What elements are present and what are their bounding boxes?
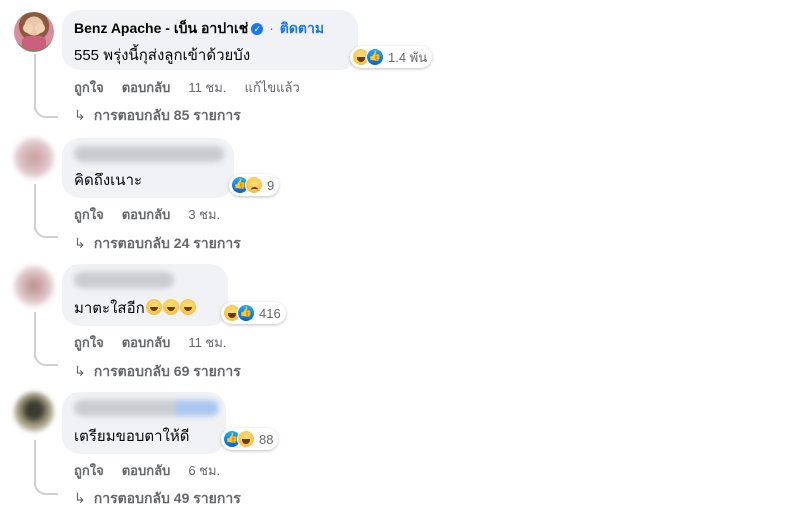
author-name-blurred[interactable]: [74, 146, 224, 162]
view-replies-button[interactable]: ↳ การตอบกลับ 69 รายการ: [74, 361, 241, 383]
reply-button[interactable]: ตอบกลับ: [122, 460, 171, 481]
reply-button[interactable]: ตอบกลับ: [122, 204, 171, 225]
comment-actions: ถูกใจ ตอบกลับ 6 ชม.: [74, 460, 238, 481]
comment-thread: มาตะใสอีก 👍 416 ถูกใจ ตอบกลับ 11 ชม. ↳ กา…: [0, 256, 800, 384]
view-replies-label[interactable]: การตอบกลับ 49 รายการ: [94, 490, 241, 506]
comment-actions: ถูกใจ ตอบกลับ 3 ชม.: [74, 204, 238, 225]
avatar[interactable]: [14, 138, 54, 178]
verified-badge-icon: ✓: [251, 23, 264, 35]
avatar-photo: [22, 23, 46, 50]
view-replies-button[interactable]: ↳ การตอบกลับ 49 รายการ: [74, 488, 241, 510]
reply-connector: [34, 102, 58, 118]
comment-bubble: คิดถึงเนาะ: [62, 138, 234, 198]
comment-timestamp[interactable]: 11 ชม.: [188, 332, 226, 353]
haha-icon: [237, 430, 255, 448]
comment-actions: ถูกใจ ตอบกลับ 11 ชม. แก้ไขแล้ว: [74, 77, 318, 98]
avatar[interactable]: [14, 266, 54, 306]
reaction-summary[interactable]: 👍 1.4 พัน: [350, 46, 433, 68]
author-name-blurred[interactable]: [74, 400, 219, 416]
comment-thread: Benz Apache - เบ็น อาปาเช่ ✓ · ติดตาม 555…: [0, 0, 800, 128]
view-replies-label[interactable]: การตอบกลับ 85 รายการ: [94, 107, 241, 123]
view-replies-button[interactable]: ↳ การตอบกลับ 24 รายการ: [74, 233, 241, 255]
avatar[interactable]: [14, 392, 54, 432]
like-button[interactable]: ถูกใจ: [74, 77, 104, 98]
comment-thread: คิดถึงเนาะ 👍 9 ถูกใจ ตอบกลับ 3 ชม. ↳ การต…: [0, 128, 800, 256]
reaction-summary[interactable]: 👍 9: [229, 174, 280, 196]
reply-arrow-icon: ↳: [74, 107, 86, 123]
comment-text-body: มาตะใสอีก: [74, 300, 145, 317]
view-replies-label[interactable]: การตอบกลับ 69 รายการ: [94, 363, 241, 379]
like-button[interactable]: ถูกใจ: [74, 332, 104, 353]
sad-icon: [245, 176, 263, 194]
follow-button[interactable]: ติดตาม: [280, 20, 324, 36]
reply-arrow-icon: ↳: [74, 490, 86, 506]
like-icon: 👍: [366, 48, 384, 66]
comment-timestamp[interactable]: 3 ชม.: [188, 204, 220, 225]
comment-text: 555 พรุ่งนี้กุส่งลูกเข้าด้วยบัง: [74, 47, 251, 64]
like-icon: 👍: [237, 304, 255, 322]
reply-button[interactable]: ตอบกลับ: [122, 332, 171, 353]
grin-emoji-icon: [162, 299, 179, 315]
comment-text: คิดถึงเนาะ: [74, 172, 143, 189]
reply-connector: [34, 222, 58, 238]
comment-bubble: มาตะใสอีก: [62, 264, 228, 326]
reaction-summary[interactable]: 👍 88: [221, 428, 279, 450]
author-name-blurred[interactable]: [74, 272, 174, 288]
reaction-count: 9: [267, 177, 275, 193]
like-button[interactable]: ถูกใจ: [74, 204, 104, 225]
comment-author[interactable]: Benz Apache - เบ็น อาปาเช่ ✓ · ติดตาม: [74, 18, 346, 40]
avatar[interactable]: [14, 12, 54, 52]
reply-connector: [34, 350, 58, 366]
reaction-count: 1.4 พัน: [388, 49, 428, 65]
comment-actions: ถูกใจ ตอบกลับ 11 ชม.: [74, 332, 244, 353]
view-replies-button[interactable]: ↳ การตอบกลับ 85 รายการ: [74, 105, 241, 127]
grin-emoji-icon: [145, 299, 162, 315]
separator: ·: [269, 20, 274, 36]
reply-connector: [34, 479, 58, 495]
reply-button[interactable]: ตอบกลับ: [122, 77, 171, 98]
grin-emoji-icon: [179, 299, 196, 315]
like-button[interactable]: ถูกใจ: [74, 460, 104, 481]
reaction-count: 88: [259, 431, 274, 447]
reaction-summary[interactable]: 👍 416: [221, 302, 286, 324]
reply-arrow-icon: ↳: [74, 235, 86, 251]
comment-timestamp[interactable]: 11 ชม.: [188, 77, 226, 98]
comment-bubble: เตรียมขอบตาให้ดี: [62, 392, 226, 454]
author-name[interactable]: Benz Apache - เบ็น อาปาเช่: [74, 20, 248, 36]
reply-arrow-icon: ↳: [74, 363, 86, 379]
comment-text: มาตะใสอีก: [74, 296, 216, 320]
reaction-count: 416: [259, 305, 281, 321]
comment-timestamp[interactable]: 6 ชม.: [188, 460, 220, 481]
view-replies-label[interactable]: การตอบกลับ 24 รายการ: [94, 235, 241, 251]
comment-thread: เตรียมขอบตาให้ดี 👍 88 ถูกใจ ตอบกลับ 6 ชม…: [0, 384, 800, 506]
comment-text: เตรียมขอบตาให้ดี: [74, 428, 190, 445]
edited-label: แก้ไขแล้ว: [244, 80, 300, 95]
comment-bubble: Benz Apache - เบ็น อาปาเช่ ✓ · ติดตาม 555…: [62, 10, 358, 70]
